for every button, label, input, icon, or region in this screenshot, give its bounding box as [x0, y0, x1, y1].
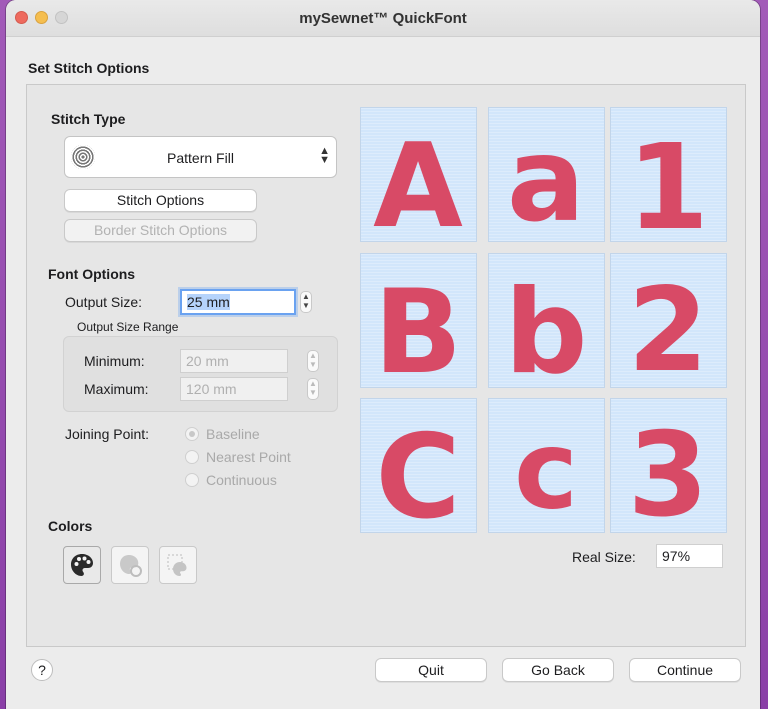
go-back-button[interactable]: Go Back: [502, 658, 614, 682]
minimum-label: Minimum:: [84, 353, 145, 369]
joining-option-baseline: Baseline: [206, 426, 260, 442]
color-grid-button[interactable]: [159, 546, 197, 584]
joining-radio-baseline[interactable]: [185, 427, 199, 441]
help-button[interactable]: ?: [31, 659, 53, 681]
preview-tile: 3: [610, 398, 727, 533]
preview-glyph: C: [375, 410, 460, 532]
preview-glyph: 3: [628, 408, 709, 532]
color-sequence-button[interactable]: [111, 546, 149, 584]
preview-glyph: 1: [627, 119, 709, 241]
stitch-type-selected: Pattern Fill: [167, 150, 234, 166]
section-title: Set Stitch Options: [28, 60, 150, 76]
preview-tile: 1: [610, 107, 727, 242]
joining-option-nearest-point: Nearest Point: [206, 449, 291, 465]
stitch-options-button[interactable]: Stitch Options: [64, 189, 257, 212]
preview-glyph: b: [505, 265, 588, 387]
palette-icon: [71, 554, 93, 576]
joining-radio-continuous[interactable]: [185, 473, 199, 487]
quit-button[interactable]: Quit: [375, 658, 487, 682]
output-size-value: 25 mm: [187, 294, 230, 310]
app-window: mySewnet™ QuickFont Set Stitch Options S…: [6, 0, 760, 709]
minimum-stepper[interactable]: ▲ ▼: [307, 350, 319, 372]
output-size-label: Output Size:: [65, 294, 143, 310]
preview-tile: B: [360, 253, 477, 388]
color-palette-button[interactable]: [63, 546, 101, 584]
palette-grid-icon: [167, 554, 187, 576]
joining-point-label: Joining Point:: [65, 426, 150, 442]
real-size-field[interactable]: 97%: [656, 544, 723, 568]
output-size-range-label: Output Size Range: [77, 320, 179, 334]
stitch-type-heading: Stitch Type: [51, 111, 126, 127]
continue-button[interactable]: Continue: [629, 658, 741, 682]
window-title: mySewnet™ QuickFont: [299, 10, 467, 27]
joining-option-continuous: Continuous: [206, 472, 277, 488]
output-size-stepper[interactable]: ▲ ▼: [300, 291, 312, 313]
preview-tile: a: [488, 107, 605, 242]
border-stitch-options-button[interactable]: Border Stitch Options: [64, 219, 257, 242]
preview-glyph: A: [373, 119, 463, 241]
preview-tile: 2: [610, 253, 727, 388]
stitch-type-select[interactable]: Pattern Fill ▲ ▼: [64, 136, 337, 178]
maximum-stepper[interactable]: ▲ ▼: [307, 378, 319, 400]
maximum-input[interactable]: 120 mm: [180, 377, 288, 401]
preview-tile: A: [360, 107, 477, 242]
preview-tile: b: [488, 253, 605, 388]
title-bar: mySewnet™ QuickFont: [6, 0, 760, 37]
palette-refresh-icon: [120, 555, 142, 577]
preview-glyph: 2: [628, 263, 709, 387]
output-size-input[interactable]: 25 mm: [180, 289, 296, 315]
minimum-input[interactable]: 20 mm: [180, 349, 288, 373]
real-size-label: Real Size:: [572, 549, 636, 565]
preview-glyph: a: [507, 113, 585, 241]
preview-glyph: B: [374, 265, 462, 387]
colors-heading: Colors: [48, 518, 93, 534]
chevron-updown-icon: ▲ ▼: [319, 145, 330, 166]
joining-radio-nearest-point[interactable]: [185, 450, 199, 464]
preview-tile: C: [360, 398, 477, 533]
font-options-heading: Font Options: [48, 266, 136, 282]
preview-tile: c: [488, 398, 605, 533]
preview-glyph: c: [514, 408, 578, 532]
maximum-label: Maximum:: [84, 381, 149, 397]
